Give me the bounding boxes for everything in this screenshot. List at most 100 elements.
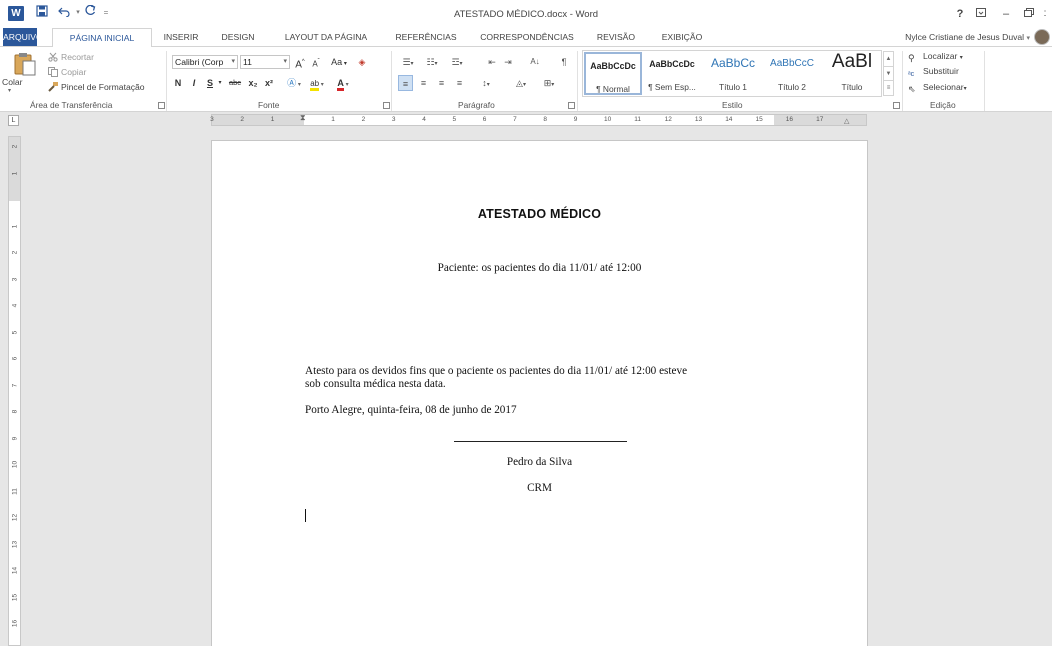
font-launcher-icon[interactable] <box>383 102 390 109</box>
user-name[interactable]: Nylce Cristiane de Jesus Duval ▾ <box>905 28 1030 46</box>
align-center-icon[interactable]: ≡ <box>416 75 431 91</box>
format-painter-button[interactable]: Pincel de Formatação <box>48 82 145 92</box>
avatar[interactable] <box>1034 29 1050 45</box>
horizontal-ruler[interactable]: L 3 2 1 1 2 3 4 5 6 7 8 9 10 11 12 13 14 15 16 17 ⧗ △ <box>0 112 1052 129</box>
style-name: Título <box>841 82 863 92</box>
chevron-down-icon: ▾ <box>959 55 963 61</box>
style-sem-espacamento[interactable]: AaBbCcDc ¶ Sem Esp... <box>643 52 701 95</box>
right-indent-marker-icon[interactable]: △ <box>844 117 849 125</box>
text-effects-icon[interactable]: Ⓐ ▾ <box>284 75 304 91</box>
multilevel-list-icon[interactable]: ☲▾ <box>445 54 469 70</box>
ruler-track[interactable]: 3 2 1 1 2 3 4 5 6 7 8 9 10 11 12 13 14 15 16 17 ⧗ △ <box>210 113 867 126</box>
select-button[interactable]: ⇖ Selecionar▾ <box>908 82 967 94</box>
text-cursor <box>305 509 306 522</box>
tab-selector[interactable]: L <box>8 115 19 126</box>
numbering-icon[interactable]: ☷▾ <box>421 54 443 70</box>
ruler-number: 1 <box>11 224 19 228</box>
chevron-down-icon[interactable]: ▼ <box>884 66 893 80</box>
tab-exibicao[interactable]: EXIBIÇÃO <box>654 28 710 46</box>
document-page[interactable]: ATESTADO MÉDICO Paciente: os pacientes d… <box>211 140 868 646</box>
ruler-number: 2 <box>11 250 19 255</box>
ruler-number: 8 <box>543 116 548 123</box>
ruler-number: 10 <box>604 116 612 123</box>
show-marks-button[interactable]: ¶ <box>557 54 571 70</box>
replace-icon: ᵃc <box>908 71 915 78</box>
ruler-number: 3 <box>210 116 214 123</box>
attestation-line-1: Atesto para os devidos fins que o pacien… <box>305 365 688 377</box>
ruler-number: 1 <box>270 116 275 123</box>
style-titulo-2[interactable]: AaBbCcC Título 2 <box>763 52 821 95</box>
find-button[interactable]: ⚲ Localizar ▾ <box>908 51 963 63</box>
tab-correspondencias[interactable]: CORRESPONDÊNCIAS <box>474 28 580 46</box>
document-title: ATESTADO MÉDICO.docx - Word <box>453 9 599 20</box>
italic-button[interactable]: I <box>188 75 200 91</box>
chevron-down-icon: ▾ <box>963 86 967 92</box>
copy-button[interactable]: Copiar <box>48 67 86 77</box>
clipboard-launcher-icon[interactable] <box>158 102 165 109</box>
ruler-number: 5 <box>452 116 457 123</box>
tab-layout-da-pagina[interactable]: LAYOUT DA PÁGINA <box>274 28 378 46</box>
subscript-button[interactable]: x₂ <box>246 75 260 91</box>
ruler-number: 2 <box>11 144 19 149</box>
align-left-icon[interactable]: ≡ <box>398 75 413 91</box>
style-titulo[interactable]: AaBl Título <box>823 51 881 95</box>
maximize-button[interactable] <box>1020 6 1038 22</box>
styles-launcher-icon[interactable] <box>893 102 900 109</box>
bullets-icon[interactable]: ☰▾ <box>397 54 419 70</box>
superscript-button[interactable]: x² <box>262 75 276 91</box>
signature-line <box>454 441 627 442</box>
line-spacing-icon[interactable]: ↕▾ <box>475 75 497 91</box>
increase-indent-icon[interactable]: ⇥ <box>501 54 515 70</box>
tab-pagina-inicial[interactable]: PÁGINA INICIAL <box>52 28 152 47</box>
style-titulo-1[interactable]: AaBbCc Título 1 <box>704 52 762 95</box>
paragraph-launcher-icon[interactable] <box>568 102 575 109</box>
ruler-number: 13 <box>11 540 19 548</box>
decrease-indent-icon[interactable]: ⇤ <box>485 54 499 70</box>
tab-inserir[interactable]: INSERIR <box>160 28 202 46</box>
paste-button[interactable]: Colar ▾ <box>2 49 44 97</box>
change-case-button[interactable]: Aa ▾ <box>328 54 350 70</box>
tab-arquivo[interactable]: ARQUIVO <box>3 28 43 46</box>
minimize-button[interactable]: – <box>997 6 1015 22</box>
borders-icon[interactable]: ⊞▾ <box>537 75 561 91</box>
sort-button[interactable]: A↓ <box>527 54 543 70</box>
align-right-icon[interactable]: ≡ <box>434 75 449 91</box>
style-normal[interactable]: AaBbCcDc ¶ Normal <box>584 52 642 95</box>
font-family-select[interactable]: Calibri (Corp ▾ <box>172 55 238 69</box>
clear-format-icon[interactable]: ◈ <box>356 54 368 70</box>
cut-button[interactable]: Recortar <box>48 52 94 62</box>
indent-marker-icon[interactable]: ⧗ <box>300 113 306 123</box>
group-separator <box>391 51 392 111</box>
highlight-color-icon[interactable]: ab ▾ <box>306 75 328 91</box>
tab-revisao[interactable]: REVISÃO <box>592 28 640 46</box>
tab-design[interactable]: DESIGN <box>216 28 260 46</box>
bold-button[interactable]: N <box>172 75 184 91</box>
ruler-number: 1 <box>11 171 19 175</box>
underline-button[interactable]: S <box>204 75 216 91</box>
shrink-font-button[interactable]: Aˇ <box>310 54 322 70</box>
group-separator <box>577 51 578 111</box>
font-color-icon[interactable]: A ▾ <box>332 75 354 91</box>
justify-icon[interactable]: ≡ <box>452 75 467 91</box>
replace-button[interactable]: ᵃc Substituir <box>908 66 959 81</box>
place-date-line: Porto Alegre, quinta-feira, 08 de junho … <box>305 404 517 416</box>
strikethrough-button[interactable]: abc <box>226 75 244 91</box>
title-bar: W ▾ = ATESTADO MÉDICO.docx - Word ? – : <box>0 0 1052 28</box>
chevron-up-icon[interactable]: ▲ <box>884 52 893 66</box>
group-label-font: Fonte <box>258 100 280 110</box>
ribbon-display-button[interactable] <box>972 6 990 22</box>
tab-referencias[interactable]: REFERÊNCIAS <box>388 28 464 46</box>
font-size-select[interactable]: 11 ▾ <box>240 55 290 69</box>
vertical-ruler[interactable]: 2 1 1 2 3 4 5 6 7 8 9 10 11 12 13 14 15 16 <box>8 136 21 646</box>
styles-scroll[interactable]: ▲ ▼ ≡ <box>883 51 894 96</box>
more-styles-icon[interactable]: ≡ <box>884 80 893 94</box>
format-painter-label: Pincel de Formatação <box>61 82 145 92</box>
group-separator <box>902 51 903 111</box>
underline-dropdown-icon[interactable]: ▾ <box>216 75 224 91</box>
chevron-down-icon: ▾ <box>231 58 235 65</box>
help-button[interactable]: ? <box>951 6 969 22</box>
grow-font-button[interactable]: A^ <box>294 54 306 70</box>
ruler-number: 3 <box>391 116 396 123</box>
close-button[interactable]: : <box>1040 6 1050 22</box>
shading-icon[interactable]: ◬▾ <box>509 75 533 91</box>
